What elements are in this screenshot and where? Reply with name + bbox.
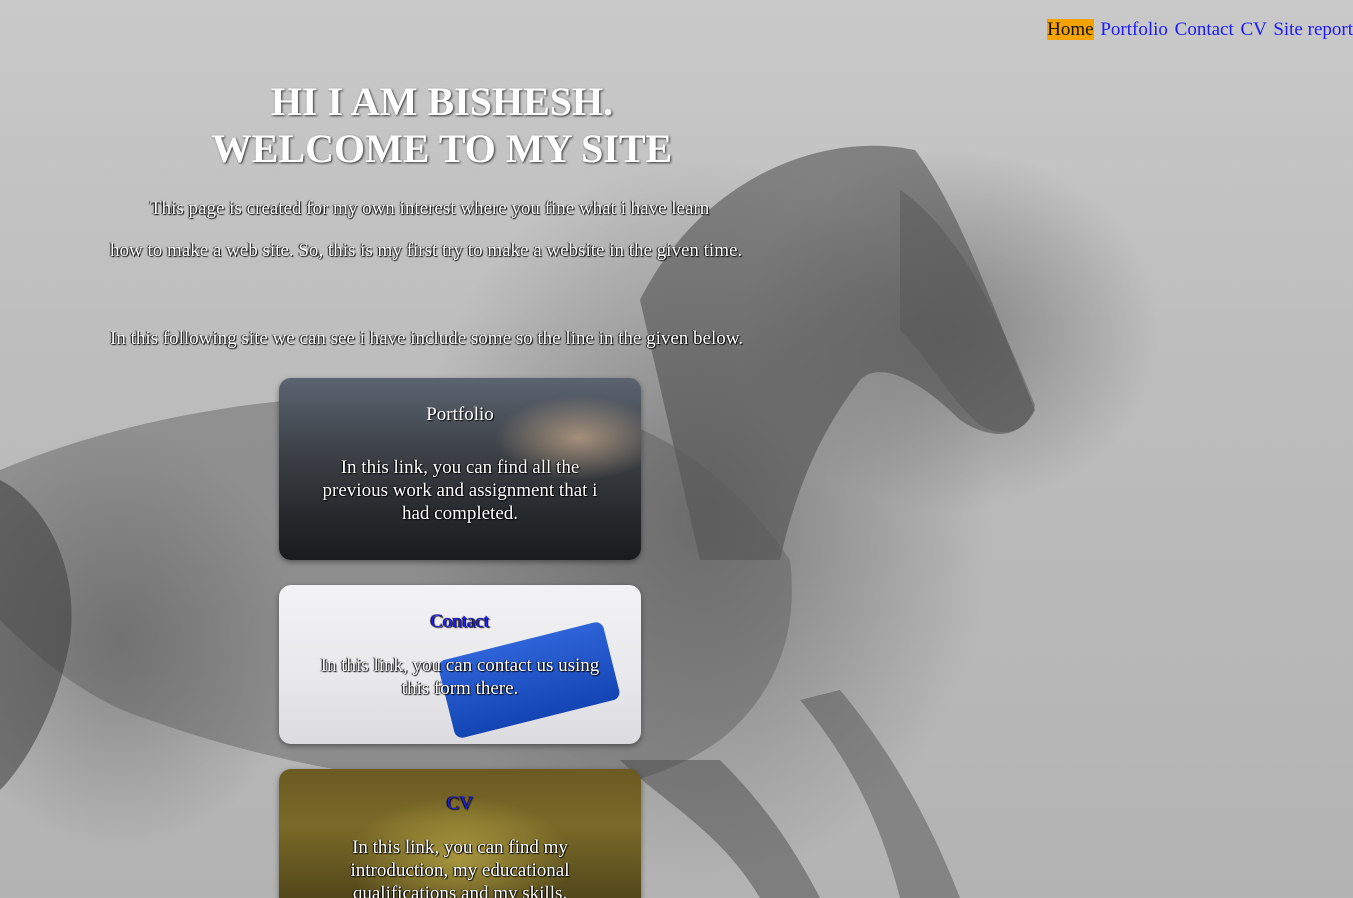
nav-cv-link[interactable]: CV <box>1241 19 1267 40</box>
contact-card[interactable]: Contact In this link, you can contact us… <box>279 585 641 744</box>
contact-card-text: In this link, you can contact us using t… <box>320 655 600 699</box>
portfolio-card-text: In this link, you can find all the previ… <box>322 457 598 524</box>
top-nav: Home Portfolio Contact CV Site report <box>1045 19 1353 41</box>
nav-site-report-link[interactable]: Site report <box>1273 19 1353 40</box>
nav-contact-link[interactable]: Contact <box>1175 19 1234 40</box>
hero-line-1: HI I AM BISHESH. <box>270 79 614 124</box>
intro-line-3: In this following site we can see i have… <box>110 328 744 349</box>
nav-home-link[interactable]: Home <box>1047 19 1094 40</box>
contact-card-title: Contact <box>430 611 490 632</box>
portfolio-card[interactable]: Portfolio In this link, you can find all… <box>279 378 641 560</box>
hero-heading: HI I AM BISHESH. WELCOME TO MY SITE <box>0 78 884 172</box>
nav-portfolio-link[interactable]: Portfolio <box>1100 19 1168 40</box>
intro-line-1: This page is created for my own interest… <box>150 198 710 219</box>
portfolio-card-title: Portfolio <box>426 404 494 425</box>
intro-text: This page is created for my own interest… <box>110 196 775 352</box>
cv-card[interactable]: CV In this link, you can find my introdu… <box>279 769 641 898</box>
cv-card-title: CV <box>446 793 474 814</box>
cv-card-text: In this link, you can find my introducti… <box>350 837 570 898</box>
hero-line-2: WELCOME TO MY SITE <box>211 126 673 171</box>
intro-line-2: how to make a web site. So, this is my f… <box>110 240 743 261</box>
